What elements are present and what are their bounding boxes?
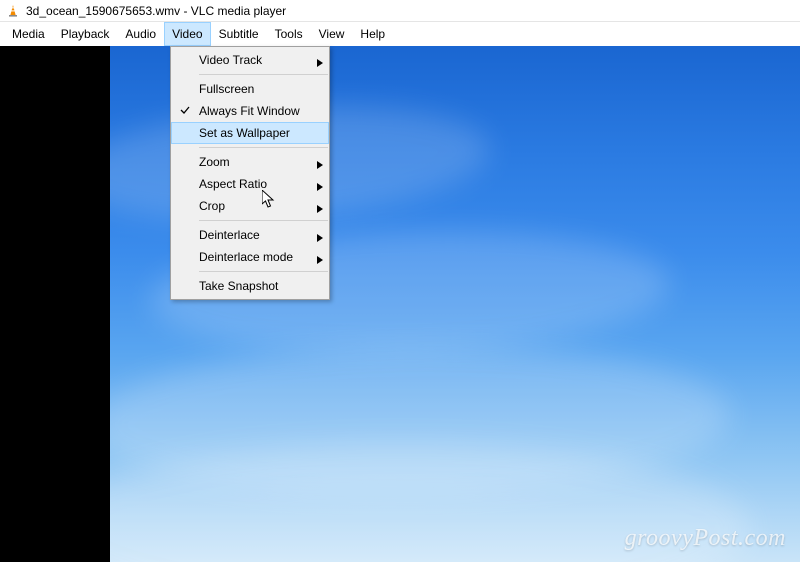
menu-subtitle[interactable]: Subtitle bbox=[211, 22, 267, 46]
content-area: groovyPost.com bbox=[0, 46, 800, 562]
menu-help[interactable]: Help bbox=[352, 22, 393, 46]
menu-item-deinterlace[interactable]: Deinterlace bbox=[171, 224, 329, 246]
menu-item-aspect-ratio[interactable]: Aspect Ratio bbox=[171, 173, 329, 195]
menu-item-label: Take Snapshot bbox=[199, 279, 278, 293]
menu-tools[interactable]: Tools bbox=[267, 22, 311, 46]
menu-item-zoom[interactable]: Zoom bbox=[171, 151, 329, 173]
menu-separator bbox=[199, 147, 328, 148]
vlc-cone-icon bbox=[6, 4, 20, 18]
menu-playback[interactable]: Playback bbox=[53, 22, 118, 46]
menu-item-label: Zoom bbox=[199, 155, 230, 169]
vlc-window: 3d_ocean_1590675653.wmv - VLC media play… bbox=[0, 0, 800, 562]
window-title: 3d_ocean_1590675653.wmv - VLC media play… bbox=[26, 4, 286, 18]
menu-item-crop[interactable]: Crop bbox=[171, 195, 329, 217]
menu-item-label: Always Fit Window bbox=[199, 104, 300, 118]
menu-item-label: Set as Wallpaper bbox=[199, 126, 290, 140]
submenu-arrow-icon bbox=[317, 202, 323, 216]
menu-item-fullscreen[interactable]: Fullscreen bbox=[171, 78, 329, 100]
menu-item-set-as-wallpaper[interactable]: Set as Wallpaper bbox=[171, 122, 329, 144]
submenu-arrow-icon bbox=[317, 253, 323, 267]
watermark-text: groovyPost.com bbox=[625, 525, 786, 552]
checkmark-icon bbox=[179, 104, 191, 119]
menu-item-video-track[interactable]: Video Track bbox=[171, 49, 329, 71]
video-dropdown-menu: Video Track Fullscreen Always Fit Window… bbox=[170, 46, 330, 300]
submenu-arrow-icon bbox=[317, 56, 323, 70]
title-bar: 3d_ocean_1590675653.wmv - VLC media play… bbox=[0, 0, 800, 22]
menu-bar: Media Playback Audio Video Subtitle Tool… bbox=[0, 22, 800, 46]
submenu-arrow-icon bbox=[317, 158, 323, 172]
menu-item-label: Deinterlace mode bbox=[199, 250, 293, 264]
menu-item-label: Crop bbox=[199, 199, 225, 213]
submenu-arrow-icon bbox=[317, 231, 323, 245]
submenu-arrow-icon bbox=[317, 180, 323, 194]
menu-item-always-fit-window[interactable]: Always Fit Window bbox=[171, 100, 329, 122]
menu-item-take-snapshot[interactable]: Take Snapshot bbox=[171, 275, 329, 297]
menu-item-label: Deinterlace bbox=[199, 228, 260, 242]
video-pillarbox-left bbox=[0, 46, 110, 562]
menu-media[interactable]: Media bbox=[4, 22, 53, 46]
menu-separator bbox=[199, 74, 328, 75]
menu-separator bbox=[199, 220, 328, 221]
menu-view[interactable]: View bbox=[311, 22, 353, 46]
menu-item-deinterlace-mode[interactable]: Deinterlace mode bbox=[171, 246, 329, 268]
menu-separator bbox=[199, 271, 328, 272]
menu-audio[interactable]: Audio bbox=[117, 22, 164, 46]
menu-video[interactable]: Video bbox=[164, 22, 210, 46]
menu-item-label: Fullscreen bbox=[199, 82, 254, 96]
menu-item-label: Aspect Ratio bbox=[199, 177, 267, 191]
menu-item-label: Video Track bbox=[199, 53, 262, 67]
